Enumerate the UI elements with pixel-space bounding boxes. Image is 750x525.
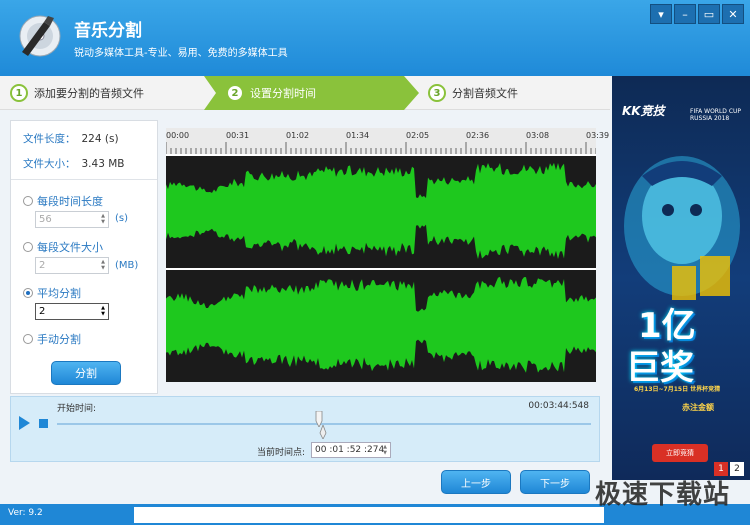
spinner-arrows-icon[interactable]: ▲ ▼ [99, 213, 107, 225]
step-2-label: 设置分割时间 [250, 87, 316, 100]
option-by-time[interactable]: 每段时间长度 [23, 193, 103, 209]
end-time: 00:03:44:548 [528, 401, 589, 411]
option-by-size-label: 每段文件大小 [37, 241, 103, 254]
option-by-size[interactable]: 每段文件大小 [23, 239, 103, 255]
menu-icon[interactable]: ▾ [650, 4, 672, 24]
ad-gold: 赤注金额 [682, 403, 714, 412]
waveform-channel-right[interactable] [166, 270, 596, 382]
play-icon[interactable] [19, 416, 30, 430]
minimize-icon[interactable]: – [674, 4, 696, 24]
radio-average[interactable] [23, 288, 33, 298]
app-logo-icon [19, 15, 61, 57]
step-2: 2 设置分割时间 [226, 76, 316, 110]
ad-event: FIFA WORLD CUP RUSSIA 2018 [690, 108, 742, 122]
ad-brand: KK竞技 [622, 104, 665, 118]
timeline-ruler[interactable]: 00:00 00:31 01:02 01:34 02:05 02:36 03:08 03:39 [166, 128, 609, 154]
waveform-panel[interactable]: 00:00 00:31 01:02 01:34 02:05 02:36 03:08 03:39 [166, 128, 609, 382]
radio-by-time[interactable] [23, 196, 33, 206]
spinner-arrows-icon[interactable]: ▲ ▼ [381, 444, 389, 456]
option-manual-label: 手动分割 [37, 333, 81, 346]
start-time-label: 开始时间: [57, 404, 97, 414]
timeline-tick-label: 00:31 [226, 131, 250, 140]
file-length-value: 224 (s) [81, 133, 119, 145]
stop-icon[interactable] [39, 419, 48, 428]
split-settings-panel: 文件长度： 224 (s) 文件大小： 3.43 MB 每段时间长度 56 ▲ ▼ (… [10, 120, 158, 394]
window-controls: ▾ – ▭ ✕ [650, 4, 744, 24]
ad-artwork-icon [624, 156, 740, 300]
option-average-label: 平均分割 [37, 287, 81, 300]
time-length-input[interactable]: 56 ▲ ▼ [35, 211, 109, 228]
step-1: 1 添加要分割的音频文件 [10, 76, 144, 110]
spinner-arrows-icon[interactable]: ▲ ▼ [99, 259, 107, 271]
spinner-arrows-icon[interactable]: ▲ ▼ [99, 305, 107, 317]
option-by-time-label: 每段时间长度 [37, 195, 103, 208]
ad-banner[interactable]: KK竞技 FIFA WORLD CUP RUSSIA 2018 1亿 巨奖 6月… [612, 76, 750, 480]
step-1-number: 1 [10, 84, 28, 102]
average-count-input[interactable]: 2 ▲ ▼ [35, 303, 109, 320]
file-size-input-value: 2 [39, 260, 46, 271]
radio-by-size[interactable] [23, 242, 33, 252]
current-time-input[interactable]: 00 :01 :52 :274 ▲ ▼ [311, 442, 391, 458]
next-step-button[interactable]: 下一步 [520, 470, 590, 494]
app-title: 音乐分割 [74, 21, 142, 41]
ad-headline-2: 巨奖 [626, 348, 694, 388]
step-2-number: 2 [226, 84, 244, 102]
timeline-tick-label: 03:39 [586, 131, 610, 140]
timeline-tick-label: 03:08 [526, 131, 550, 140]
timeline-tick-label: 02:36 [466, 131, 490, 140]
time-length-value: 56 [39, 214, 52, 225]
maximize-icon[interactable]: ▭ [698, 4, 720, 24]
current-time-value: 00 :01 :52 :274 [315, 445, 385, 455]
file-size-label: 文件大小： [23, 158, 76, 170]
step-3-label: 分割音频文件 [452, 87, 518, 100]
ad-cta-button[interactable]: 立即竞猜 [652, 444, 708, 462]
size-unit: (MB) [115, 260, 139, 271]
step-3-number: 3 [428, 84, 446, 102]
step-1-label: 添加要分割的音频文件 [34, 87, 144, 100]
option-average[interactable]: 平均分割 [23, 285, 81, 301]
file-size-value: 3.43 MB [81, 158, 125, 170]
step-3: 3 分割音频文件 [428, 76, 518, 110]
status-progress [134, 507, 604, 523]
divider [11, 179, 157, 180]
waveform-channel-left[interactable] [166, 156, 596, 268]
ad-dates: 6月13日~7月15日 世界杯竞猜 [634, 386, 721, 393]
file-length: 文件长度： 224 (s) [23, 131, 119, 146]
average-count-value: 2 [39, 306, 46, 317]
current-time-label: 当前时间点: [257, 448, 306, 458]
file-size-input[interactable]: 2 ▲ ▼ [35, 257, 109, 274]
timeline-tick-label: 00:00 [166, 131, 190, 140]
timeline-tick-label: 01:02 [286, 131, 310, 140]
version-label: Ver: 9.2 [8, 508, 43, 518]
app-header: 音乐分割 锐动多媒体工具-专业、易用、免费的多媒体工具 ▾ – ▭ ✕ [0, 0, 750, 76]
ad-page-2[interactable]: 2 [730, 462, 744, 476]
option-manual[interactable]: 手动分割 [23, 331, 81, 347]
file-length-label: 文件长度： [23, 133, 76, 145]
playback-panel: 开始时间: 00:03:44:548 当前时间点: 00 :01 :52 :27… [10, 396, 600, 462]
timeline-tick-label: 02:05 [406, 131, 430, 140]
current-marker-icon [319, 425, 327, 439]
watermark: 极速下载站 [594, 480, 730, 510]
time-unit: (s) [115, 213, 129, 224]
file-size: 文件大小： 3.43 MB [23, 156, 124, 171]
prev-step-button[interactable]: 上一步 [441, 470, 511, 494]
radio-manual[interactable] [23, 334, 33, 344]
app-subtitle: 锐动多媒体工具-专业、易用、免费的多媒体工具 [74, 48, 288, 59]
close-icon[interactable]: ✕ [722, 4, 744, 24]
split-button[interactable]: 分割 [51, 361, 121, 385]
timeline-tick-label: 01:34 [346, 131, 370, 140]
